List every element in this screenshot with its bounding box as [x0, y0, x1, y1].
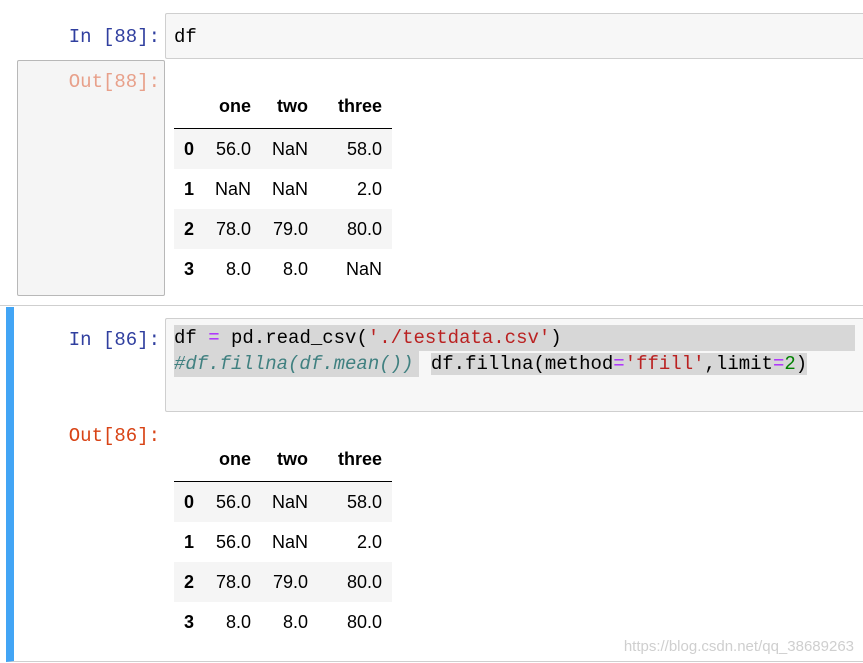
output-collapse-area[interactable] [17, 60, 165, 296]
cell-one: 8.0 [225, 611, 252, 632]
dataframe-header-row: one two three [174, 437, 393, 482]
code-input-cell-86[interactable]: df = pd.read_csv('./testdata.csv') #df.f… [165, 318, 863, 412]
table-row: 0 56.0 NaN 58.0 [174, 481, 393, 522]
table-row: 1 NaN NaN 2.0 [174, 169, 392, 209]
cell-one: 56.0 [215, 531, 252, 552]
code-token-operator: = [772, 353, 785, 375]
code-token: ) [795, 353, 808, 375]
dataframe-output-86: one two three 0 56.0 NaN 58.0 1 56.0 NaN… [174, 437, 393, 642]
column-header-two: two [261, 437, 319, 482]
row-index: 3 [184, 258, 195, 279]
cell-three: 58.0 [346, 138, 383, 159]
table-row: 1 56.0 NaN 2.0 [174, 522, 392, 562]
table-row: 3 8.0 8.0 80.0 [174, 602, 392, 642]
code-token: df.fillna(method [430, 353, 614, 375]
out-prompt-86: Out[86]: [68, 425, 160, 447]
watermark: https://blog.csdn.net/qq_38689263 [623, 638, 854, 655]
cell-two: NaN [272, 178, 309, 199]
code-token-string: 'ffill' [624, 353, 705, 375]
cell-one: 8.0 [225, 258, 252, 279]
cell-one: 56.0 [215, 491, 252, 512]
cell-divider [0, 305, 863, 306]
index-header [174, 84, 205, 129]
table-row: 3 8.0 8.0 NaN [174, 249, 392, 289]
code-token: ) [550, 327, 562, 349]
row-index: 1 [184, 531, 195, 552]
table-row: 2 78.0 79.0 80.0 [174, 209, 393, 249]
cell-three: 58.0 [346, 491, 383, 512]
row-index: 2 [184, 218, 195, 239]
cell-two: NaN [272, 531, 309, 552]
table-row: 2 78.0 79.0 80.0 [174, 562, 393, 602]
cell-two: 8.0 [282, 258, 309, 279]
column-header-three: three [318, 437, 393, 482]
row-index: 0 [184, 491, 195, 512]
code-token-string: './testdata.csv' [367, 327, 551, 349]
code-line-comment: #df.fillna(df.mean()) [174, 351, 420, 377]
cell-two: NaN [272, 138, 309, 159]
in-prompt-88: In [88]: [68, 26, 160, 48]
cell-three: 2.0 [356, 178, 383, 199]
code-line: df.fillna(method='ffill',limit=2) [430, 351, 808, 377]
row-index: 2 [184, 571, 195, 592]
cell-two: 79.0 [272, 571, 309, 592]
code-token-number: 2 [784, 353, 796, 375]
cell-two: 8.0 [282, 611, 309, 632]
column-header-one: one [204, 84, 262, 129]
cell-three: NaN [346, 258, 383, 279]
column-header-one: one [204, 437, 262, 482]
cell-two: NaN [272, 491, 309, 512]
column-header-three: three [318, 84, 393, 129]
column-header-two: two [261, 84, 319, 129]
cell-three: 80.0 [346, 218, 383, 239]
cell-three: 80.0 [346, 571, 383, 592]
cell-one: 78.0 [215, 218, 252, 239]
code-line: df = pd.read_csv('./testdata.csv') [174, 325, 855, 351]
cell-three: 2.0 [356, 531, 383, 552]
out-prompt-88: Out[88]: [68, 71, 160, 93]
code-token: ,limit [704, 353, 773, 375]
cell-two: 79.0 [272, 218, 309, 239]
table-row: 0 56.0 NaN 58.0 [174, 128, 393, 169]
code-line: df [174, 26, 197, 48]
in-prompt-86: In [86]: [68, 329, 160, 351]
dataframe-header-row: one two three [174, 84, 393, 129]
cell-three: 80.0 [346, 611, 383, 632]
dataframe-output-88: one two three 0 56.0 NaN 58.0 1 NaN NaN … [174, 84, 393, 289]
cell-one: 78.0 [215, 571, 252, 592]
code-token: df [174, 327, 209, 349]
row-index: 0 [184, 138, 195, 159]
index-header [174, 437, 205, 482]
code-token-operator: = [208, 327, 220, 349]
cell-one: 56.0 [215, 138, 252, 159]
row-index: 1 [184, 178, 195, 199]
row-index: 3 [184, 611, 195, 632]
code-token-operator: = [613, 353, 625, 375]
cell-one: NaN [215, 178, 252, 199]
code-token: pd.read_csv( [219, 327, 368, 349]
code-input-cell-88[interactable]: df [165, 13, 863, 59]
